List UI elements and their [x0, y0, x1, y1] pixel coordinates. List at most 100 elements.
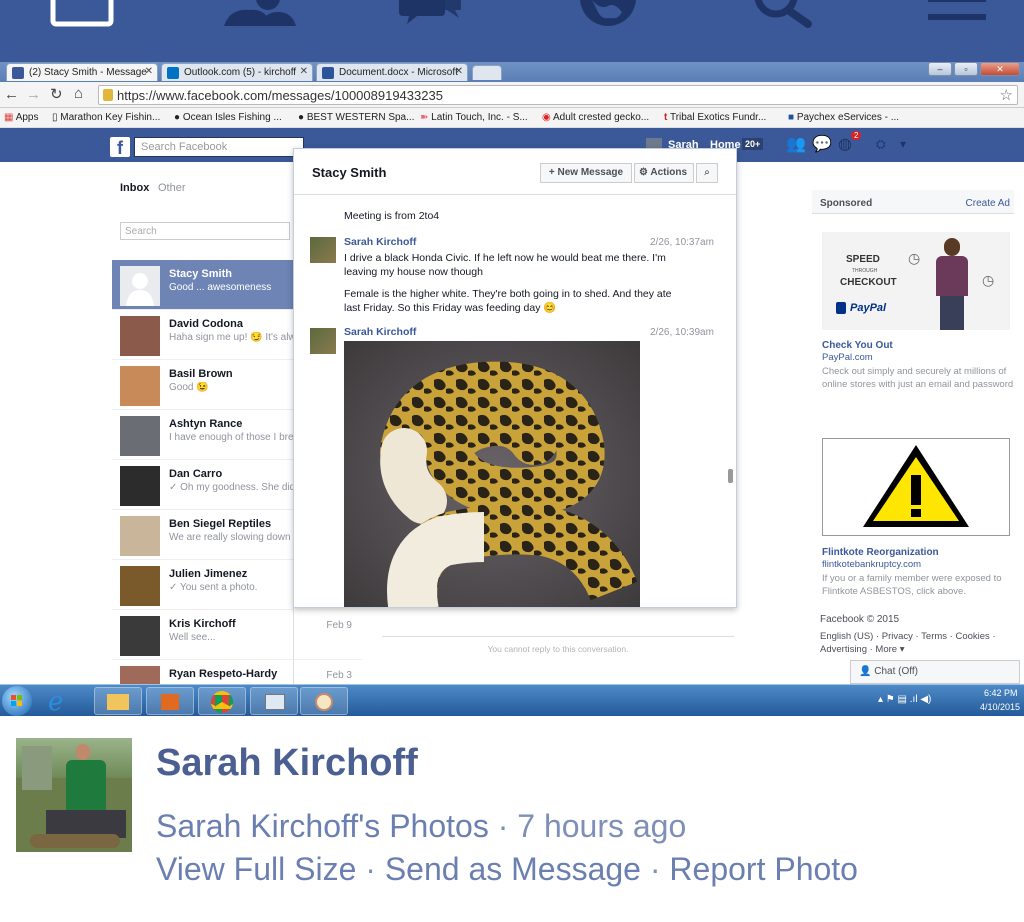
thread-item[interactable]: Kris Kirchoff Well see... Feb 9 [112, 610, 362, 660]
forward-icon[interactable]: → [26, 86, 41, 103]
other-tab[interactable]: Other [158, 182, 186, 194]
avatar[interactable] [310, 328, 336, 354]
home-icon[interactable] [50, 0, 114, 30]
internet-explorer-icon[interactable]: e [48, 687, 63, 717]
thread-item[interactable]: Julien Jimenez ✓ You sent a photo. [112, 560, 294, 610]
bookmark-item[interactable]: ● Ocean Isles Fishing ... [174, 112, 282, 123]
message-sender[interactable]: Sarah Kirchoff [344, 236, 416, 248]
avatar [120, 316, 160, 356]
snake-photo[interactable] [344, 341, 640, 607]
friends-icon[interactable] [220, 0, 296, 26]
facebook-logo-icon[interactable]: f [110, 137, 130, 158]
conversation-header: Stacy Smith + New Message ⚙ Actions ⌕ [294, 149, 736, 195]
gear-icon: ⚙ [639, 167, 648, 178]
new-message-button[interactable]: + New Message [540, 163, 632, 183]
url-field[interactable]: https://www.facebook.com/messages/100008… [98, 85, 1018, 105]
search-icon[interactable] [752, 0, 816, 28]
reload-icon[interactable]: ↻ [50, 85, 63, 103]
thread-item[interactable]: David Codona Haha sign me up! 😏 It's alw [112, 310, 294, 360]
flintkote-ad-image[interactable] [822, 438, 1010, 536]
footer-links[interactable]: English (US) · Privacy · Terms · Cookies… [820, 630, 1016, 656]
browser-tab-outlook[interactable]: Outlook.com (5) - kirchoff ✕ [161, 63, 313, 81]
privacy-icon[interactable]: ⛭ [876, 137, 886, 152]
lock-icon [103, 89, 113, 101]
avatar[interactable] [310, 237, 336, 263]
inbox-tab[interactable]: Inbox [120, 182, 149, 194]
ad-domain[interactable]: flintkotebankruptcy.com [822, 559, 921, 570]
report-photo-link[interactable]: Report Photo [669, 851, 858, 887]
thread-item[interactable]: Basil Brown Good 😉 [112, 360, 294, 410]
chrome-icon[interactable] [198, 687, 246, 715]
ad-body: If you or a family member were exposed t… [822, 573, 1002, 597]
scrollbar-thumb[interactable] [728, 469, 733, 483]
thread-snippet: ✓ You sent a photo. [169, 582, 258, 593]
message-sender[interactable]: Sarah Kirchoff [344, 326, 416, 338]
thread-search-input[interactable]: Search [120, 222, 290, 240]
message-text: Female is the higher white. They're both… [344, 288, 672, 314]
conversation-panel: Stacy Smith + New Message ⚙ Actions ⌕ Me… [293, 148, 737, 608]
bookmark-item[interactable]: ◉ Adult crested gecko... [542, 112, 649, 123]
windows-logo-icon [11, 695, 22, 706]
minimize-button[interactable]: – [928, 62, 952, 76]
back-icon[interactable]: ← [4, 86, 19, 103]
avatar[interactable] [16, 738, 132, 852]
photo-meta-line: Sarah Kirchoff's Photos · 7 hours ago [156, 808, 686, 845]
globe-icon[interactable] [578, 0, 638, 28]
close-window-button[interactable]: ✕ [980, 62, 1020, 76]
close-tab-icon[interactable]: ✕ [145, 66, 153, 77]
messages-header-icon[interactable]: 💬 [812, 134, 832, 154]
bookmark-apps[interactable]: ▦ Apps [4, 112, 38, 123]
ad-person [930, 238, 974, 330]
paypal-icon [836, 302, 846, 314]
send-as-message-link[interactable]: Send as Message [385, 851, 641, 887]
thread-snippet: Well see... [169, 632, 216, 643]
ad-domain[interactable]: PayPal.com [822, 352, 873, 363]
notifications-globe-icon[interactable]: ◍ [838, 134, 852, 154]
menu-icon[interactable] [926, 0, 990, 28]
file-explorer-icon[interactable] [94, 687, 142, 715]
thread-name: Dan Carro [169, 468, 223, 480]
paypal-ad-image[interactable]: SPEED THROUGH CHECKOUT PayPal ◷ ◷ [822, 232, 1010, 330]
facebook-search-input[interactable]: Search Facebook [134, 137, 304, 157]
message-text: Meeting is from 2to4 [344, 210, 440, 222]
create-ad-link[interactable]: Create Ad [966, 198, 1010, 209]
friend-requests-icon[interactable]: 👥 [786, 134, 806, 154]
home-page-icon[interactable]: ⌂ [74, 85, 83, 102]
separator: · [497, 808, 509, 844]
actions-button[interactable]: ⚙ Actions [634, 163, 694, 183]
ad-body: Check out simply and securely at million… [822, 366, 1014, 390]
conversation-search-icon[interactable]: ⌕ [696, 163, 718, 183]
ad-title[interactable]: Check You Out [822, 340, 893, 351]
image-viewer-icon[interactable] [250, 687, 298, 715]
bookmark-star-icon[interactable]: ☆ [1000, 86, 1013, 104]
paint-icon[interactable] [300, 687, 348, 715]
thread-item[interactable]: Ben Siegel Reptiles We are really slowing… [112, 510, 294, 560]
dropdown-arrow-icon[interactable]: ▾ [900, 137, 906, 151]
start-button[interactable] [2, 686, 32, 716]
ad-title[interactable]: Flintkote Reorganization [822, 547, 939, 558]
album-link[interactable]: Sarah Kirchoff's Photos [156, 808, 489, 844]
browser-tab-word[interactable]: Document.docx - Microsoft ✕ [316, 63, 468, 81]
thread-item[interactable]: Stacy Smith Good ... awesomeness [112, 260, 294, 310]
media-player-icon[interactable] [146, 687, 194, 715]
bookmark-item[interactable]: ➽ Latin Touch, Inc. - S... [420, 112, 528, 123]
browser-tab-facebook[interactable]: (2) Stacy Smith - Message ✕ [6, 63, 158, 81]
maximize-button[interactable]: ▫ [954, 62, 978, 76]
messages-icon[interactable] [395, 0, 465, 28]
close-tab-icon[interactable]: ✕ [455, 66, 463, 77]
view-full-size-link[interactable]: View Full Size [156, 851, 356, 887]
tray-icons[interactable]: ▴ ⚑ ▤ .ıl ◀) [878, 694, 931, 705]
chat-bar[interactable]: 👤 Chat (Off) [850, 660, 1020, 684]
thread-item[interactable]: Ashtyn Rance I have enough of those I bre [112, 410, 294, 460]
photo-owner-name[interactable]: Sarah Kirchoff [156, 742, 418, 785]
photo-actions-line: View Full Size · Send as Message · Repor… [156, 851, 858, 888]
close-tab-icon[interactable]: ✕ [300, 66, 308, 77]
thread-item[interactable]: Dan Carro ✓ Oh my goodness. She did [112, 460, 294, 510]
thread-snippet: I have enough of those I bre [169, 432, 294, 443]
bookmark-item[interactable]: t Tribal Exotics Fundr... [664, 112, 766, 123]
bookmark-item[interactable]: ■ Paychex eServices - ... [788, 112, 899, 123]
new-tab-button[interactable] [472, 65, 502, 80]
bookmark-item[interactable]: ▯ Marathon Key Fishin... [52, 112, 160, 123]
bookmark-item[interactable]: ● BEST WESTERN Spa... [298, 112, 414, 123]
windows-taskbar: e ▴ ⚑ ▤ .ıl ◀) 6:42 PM 4/10/2015 [0, 684, 1024, 717]
